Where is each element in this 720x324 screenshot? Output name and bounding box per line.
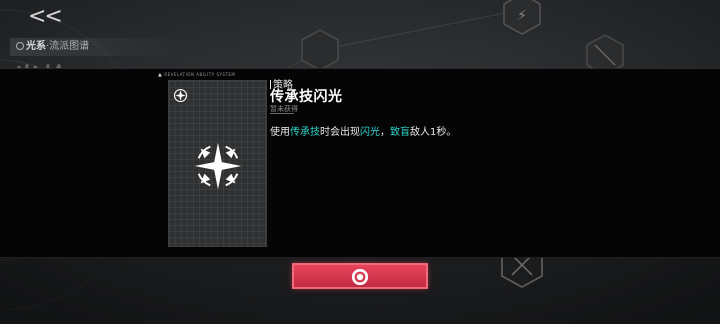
- compass-star-icon: [173, 88, 188, 103]
- circle-icon: [16, 42, 24, 50]
- skill-card: [168, 80, 267, 247]
- status-underline: [270, 113, 294, 114]
- desc-highlight: 致盲: [390, 127, 410, 138]
- skill-description: 使用传承技时会出现闪光，致盲敌人1秒。: [270, 123, 456, 138]
- desc-text: ，: [380, 127, 390, 138]
- skill-title: 传承技闪光: [270, 89, 343, 105]
- desc-highlight: 传承技: [290, 127, 320, 138]
- confirm-button[interactable]: [292, 263, 428, 289]
- skill-detail-panel: [0, 68, 720, 258]
- flash-emblem-icon: [194, 142, 242, 190]
- desc-highlight: 闪光: [360, 127, 380, 138]
- breadcrumb: 光系·流派图谱: [10, 38, 180, 56]
- breadcrumb-rest: ·流派图谱: [46, 41, 90, 52]
- desc-text: 敌人1秒。: [410, 127, 457, 138]
- svg-text:⚡: ⚡: [517, 8, 527, 24]
- desc-text: 时会出现: [320, 127, 360, 138]
- target-icon: [351, 268, 369, 286]
- card-header-label: REVELATION ABILITY SYSTEM: [164, 72, 236, 77]
- breadcrumb-strong: 光系: [26, 41, 46, 52]
- card-header: ▲ REVELATION ABILITY SYSTEM: [158, 72, 235, 78]
- triangle-icon: ▲: [158, 72, 163, 78]
- back-button[interactable]: <<: [28, 4, 63, 29]
- desc-text: 使用: [270, 127, 290, 138]
